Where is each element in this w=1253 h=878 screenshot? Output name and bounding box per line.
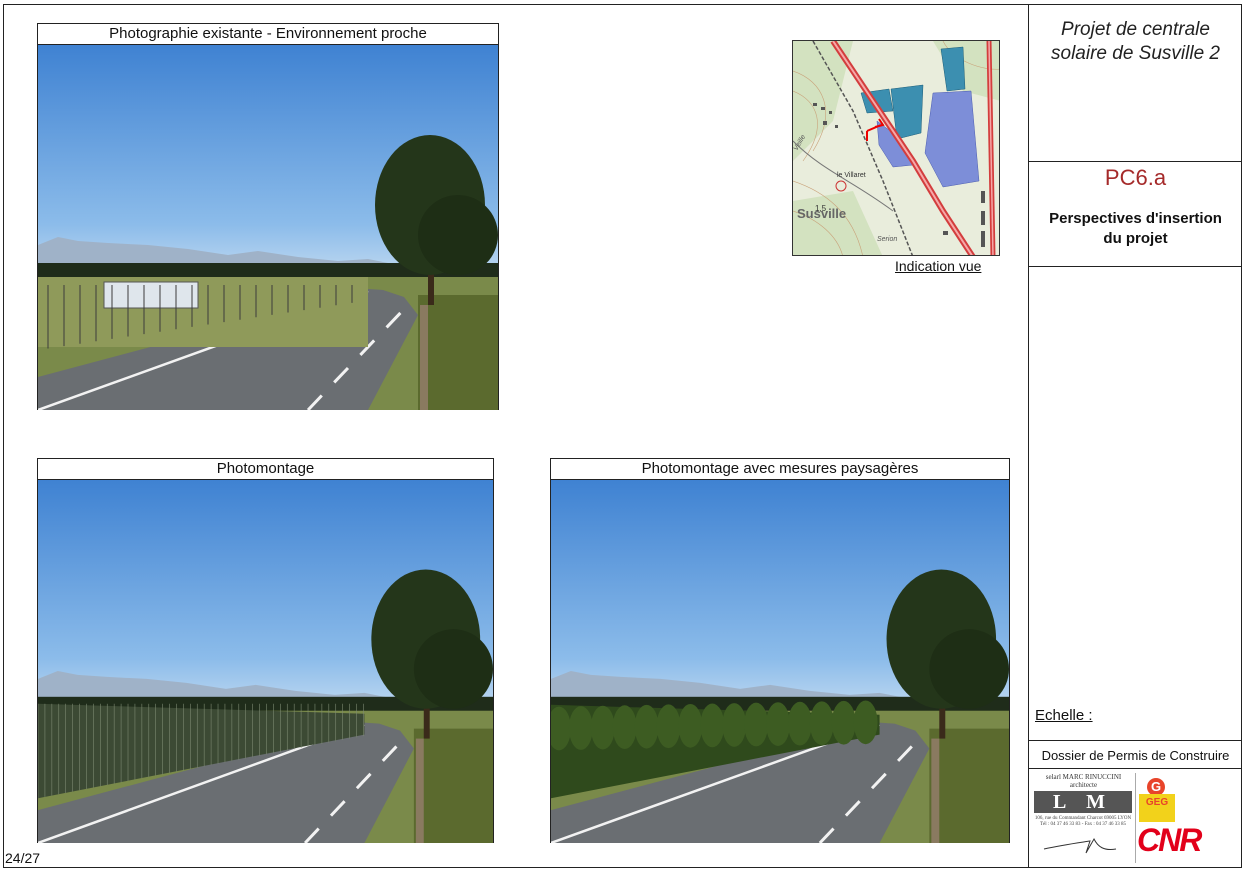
geg-mark: GEG	[1139, 794, 1175, 822]
curb	[415, 738, 424, 843]
lm-logo-text: L M	[1052, 791, 1114, 813]
architect-logo: selarl MARC RINUCCINI architecte L M 106…	[1032, 773, 1136, 863]
photo-montage: Photomontage	[37, 458, 494, 843]
photo-montage-image	[38, 480, 493, 843]
architect-role: architecte	[1069, 781, 1098, 789]
tree-crown-lower	[413, 629, 493, 709]
photo-montage-title: Photomontage	[38, 459, 493, 480]
sheet-code: PC6.a	[1104, 165, 1167, 190]
divider	[1029, 161, 1242, 162]
shrub	[722, 703, 747, 747]
shrub	[787, 701, 812, 746]
cnr-logo: CNR	[1137, 822, 1202, 858]
photo-montage-landscape-title: Photomontage avec mesures paysagères	[551, 459, 1009, 480]
project-title-line1: Projet de centrale	[1061, 19, 1210, 40]
map-label-serion: Serion	[877, 236, 897, 243]
curb	[420, 305, 428, 410]
title-block: Projet de centrale solaire de Susville 2…	[1028, 4, 1242, 868]
divider	[1029, 740, 1242, 741]
photo-existing-title: Photographie existante - Environnement p…	[38, 24, 498, 45]
sheet-desc-line2: du projet	[1103, 230, 1168, 247]
field	[38, 277, 368, 347]
signature-icon	[1043, 837, 1117, 854]
lm-logo: L M	[1034, 791, 1132, 813]
tree-crown-lower	[929, 629, 1009, 709]
architect-name: selarl MARC RINUCCINI	[1045, 773, 1122, 781]
architect-contact-line: Tél : 04 37 46 33 83 - Fax : 04 37 46 33…	[1039, 822, 1127, 827]
map-label-hamlet: le Villaret	[837, 172, 866, 179]
scale-label: Echelle :	[1035, 707, 1093, 724]
location-map: le Villaret 1,5 Susville Serion Veille	[792, 40, 1000, 256]
shrub	[744, 702, 769, 747]
dossier-label: Dossier de Permis de Construire	[1041, 748, 1230, 763]
shrub	[700, 703, 725, 748]
shrub	[853, 700, 878, 745]
shrub	[678, 703, 703, 748]
map-label-place: Susville	[797, 206, 846, 221]
photo-montage-landscape-image	[551, 480, 1009, 843]
geg-logo: G GEG	[1139, 778, 1175, 822]
map-caption: Indication vue	[895, 258, 982, 274]
shrub	[831, 700, 856, 745]
shrub	[766, 702, 790, 746]
shrub	[612, 705, 637, 750]
divider	[1029, 266, 1242, 267]
page-number: 24/27	[5, 850, 41, 866]
verge	[413, 728, 493, 843]
photo-existing-image	[38, 45, 498, 410]
shrub	[809, 701, 834, 746]
architect-address: 106, rue du Commandant Charcot 69005 LYO…	[1034, 816, 1132, 828]
project-title-line2: solaire de Susville 2	[1051, 43, 1220, 64]
tree-crown-lower	[418, 195, 498, 275]
map-image: le Villaret 1,5 Susville Serion Veille	[793, 41, 999, 255]
logos-area: selarl MARC RINUCCINI architecte L M 106…	[1029, 770, 1242, 868]
photo-montage-landscape: Photomontage avec mesures paysagères	[550, 458, 1010, 843]
sheet-description: Perspectives d'insertion du projet	[1029, 209, 1242, 249]
shrub	[590, 705, 615, 750]
verge	[418, 295, 498, 410]
divider	[1029, 768, 1242, 769]
shrub	[634, 704, 659, 749]
verge	[929, 728, 1009, 843]
curb	[931, 738, 940, 843]
photo-existing: Photographie existante - Environnement p…	[37, 23, 499, 410]
site-sign	[103, 281, 199, 309]
project-title: Projet de centrale solaire de Susville 2	[1029, 18, 1242, 66]
shrub	[656, 704, 681, 749]
shrub	[568, 706, 593, 750]
sheet-desc-line1: Perspectives d'insertion	[1049, 210, 1222, 227]
